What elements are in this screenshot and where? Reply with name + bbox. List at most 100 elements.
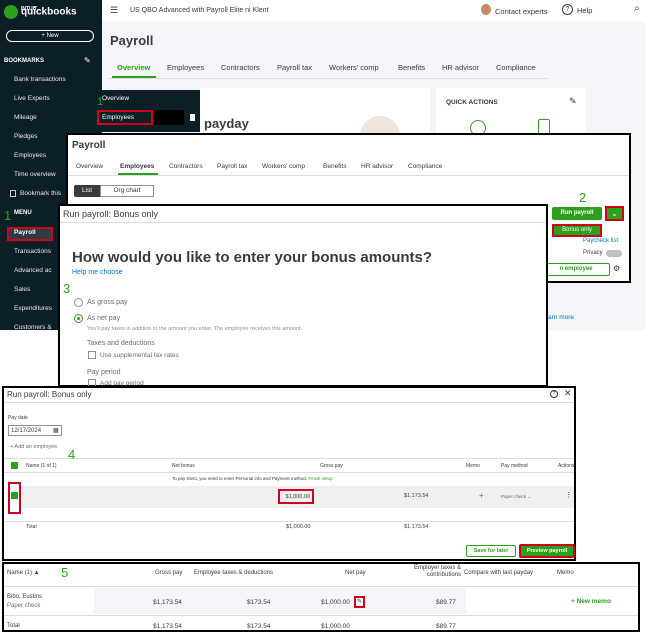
screen4-header: Run payroll: Bonus only xyxy=(7,390,92,399)
sidebar-item-pledges[interactable]: Pledges xyxy=(14,133,38,140)
sidebar-item-advanced[interactable]: Advanced ac xyxy=(14,267,52,274)
finish-setup-link[interactable]: Finish setup xyxy=(308,476,332,481)
sidebar-item-customers[interactable]: Customers & xyxy=(14,324,52,331)
col-memo: Memo xyxy=(557,570,574,576)
privacy-toggle[interactable] xyxy=(606,250,622,257)
s2-tab-workers-comp[interactable]: Workers' comp xyxy=(262,163,305,170)
paycheck-list-link[interactable]: Paycheck list xyxy=(583,238,618,244)
learn-more-link[interactable]: arn more xyxy=(548,314,574,321)
col-pay-method: Pay method xyxy=(501,463,528,469)
sidebar-item-employees[interactable]: Employees xyxy=(14,152,46,159)
submenu-hover-bar xyxy=(154,110,184,125)
quick-actions-title: QUICK ACTIONS xyxy=(446,99,498,106)
row-actions-icon[interactable]: ⋮ xyxy=(565,491,572,499)
employee-pay-method: Paper check xyxy=(7,603,41,609)
sidebar-item-transactions[interactable]: Transactions xyxy=(14,248,51,255)
org-chart-toggle[interactable]: Org chart xyxy=(100,185,154,197)
s4-help-icon[interactable]: ? xyxy=(550,390,558,398)
sidebar-item-expenditures[interactable]: Expenditures xyxy=(14,305,52,312)
sidebar-item-bank-transactions[interactable]: Bank transactions xyxy=(14,76,66,83)
submenu-item-overview[interactable]: Overview xyxy=(102,95,129,102)
sidebar-item-payroll[interactable]: Payroll xyxy=(14,229,36,236)
tab-contractors[interactable]: Contractors xyxy=(221,63,260,72)
run-payroll-button[interactable]: Run payroll xyxy=(552,207,602,220)
s4-total-net: $1,000.00 xyxy=(286,524,311,530)
s2-tab-overview[interactable]: Overview xyxy=(76,163,103,170)
edit-quick-actions-icon[interactable]: ✎ xyxy=(569,96,577,107)
quickbooks-logo[interactable]: quickbooks INTUIT xyxy=(4,5,77,19)
bookmark-flag-icon[interactable] xyxy=(190,114,195,121)
sidebar-item-live-experts[interactable]: Live Experts xyxy=(14,95,50,102)
row-employee-taxes: $173.54 xyxy=(247,599,271,606)
tab-workers-comp[interactable]: Workers' comp xyxy=(329,63,379,72)
col-gross-pay: Gross pay xyxy=(320,463,343,469)
tab-employees[interactable]: Employees xyxy=(167,63,204,72)
s4-close-icon[interactable]: ✕ xyxy=(564,388,572,399)
supplemental-tax-checkbox[interactable] xyxy=(88,351,96,359)
help-me-choose-link[interactable]: Help me choose xyxy=(72,269,123,276)
expert-avatar xyxy=(481,4,491,15)
submenu-item-employees[interactable]: Employees xyxy=(102,114,134,121)
screen2-title: Payroll xyxy=(72,140,106,151)
tab-payroll-tax[interactable]: Payroll tax xyxy=(277,63,312,72)
contact-experts-link[interactable]: Contact experts xyxy=(495,7,548,16)
col-employee-taxes: Employee taxes & deductions xyxy=(194,570,274,576)
tab-overview[interactable]: Overview xyxy=(117,63,150,72)
s5-total-label: Total xyxy=(7,623,20,629)
bookmarks-header: BOOKMARKS xyxy=(4,58,44,64)
bonus-only-option[interactable]: Bonus only xyxy=(552,224,602,237)
s2-tab-hr-advisor[interactable]: HR advisor xyxy=(361,163,393,170)
step-number-2: 2 xyxy=(579,190,587,205)
step-number-3: 3 xyxy=(63,281,71,296)
preview-payroll-button[interactable]: Preview payroll xyxy=(519,544,575,558)
s2-tab-benefits[interactable]: Benefits xyxy=(323,163,347,170)
save-for-later-button[interactable]: Save for later xyxy=(466,545,516,557)
sidebar-item-time-overview[interactable]: Time overview xyxy=(14,171,56,178)
employee-name[interactable]: Bibo, Eustins xyxy=(7,594,42,600)
s2-tab-contractors[interactable]: Contractors xyxy=(169,163,203,170)
row-employer-taxes: $89.77 xyxy=(436,599,456,606)
hamburger-menu-icon[interactable]: ☰ xyxy=(110,5,118,16)
tab-benefits[interactable]: Benefits xyxy=(398,63,425,72)
run-payroll-dropdown-chevron[interactable]: ⌄ xyxy=(605,206,624,221)
col-name[interactable]: Name (1 of 1) xyxy=(26,463,57,469)
payday-heading: payday xyxy=(204,116,249,131)
help-icon[interactable]: ? xyxy=(562,4,573,15)
s2-tab-employees[interactable]: Employees xyxy=(120,163,154,170)
add-employee-link[interactable]: + Add an employee xyxy=(10,444,57,450)
settings-gear-icon[interactable]: ⚙ xyxy=(613,264,620,273)
add-memo-icon[interactable]: + xyxy=(479,491,484,500)
list-view-toggle[interactable]: List xyxy=(74,185,100,197)
pay-method-select[interactable]: Paper check ⌄ xyxy=(501,494,531,500)
bonus-entry-screen: Run payroll: Bonus only How would you li… xyxy=(58,204,548,387)
row-checkbox[interactable] xyxy=(11,492,18,499)
col-name-sort[interactable]: Name (1) ▲ xyxy=(7,570,40,576)
tab-divider xyxy=(108,78,548,79)
s2-tab-compliance[interactable]: Compliance xyxy=(408,163,442,170)
calendar-icon[interactable]: ▦ xyxy=(53,427,59,434)
s4-table-top xyxy=(4,458,574,459)
tab-compliance[interactable]: Compliance xyxy=(496,63,536,72)
sidebar-item-sales[interactable]: Sales xyxy=(14,286,30,293)
new-button[interactable]: + New xyxy=(6,30,94,42)
s2-tab-payroll-tax[interactable]: Payroll tax xyxy=(217,163,247,170)
sidebar-item-mileage[interactable]: Mileage xyxy=(14,114,37,121)
col-net-pay: Net pay xyxy=(345,570,366,576)
edit-paycheck-icon[interactable]: ✎ xyxy=(354,596,365,608)
new-memo-button[interactable]: + New memo xyxy=(571,598,611,605)
run-payroll-bonus-table: Run payroll: Bonus only ? ✕ Pay date 12/… xyxy=(2,386,576,561)
col-compare: Compare with last payday xyxy=(464,570,534,576)
net-bonus-input[interactable]: $1,000.00 xyxy=(278,489,314,504)
gross-pay-radio[interactable] xyxy=(74,298,83,307)
net-pay-radio[interactable] xyxy=(74,314,83,323)
tab-hr-advisor[interactable]: HR advisor xyxy=(442,63,479,72)
add-employee-button[interactable]: n employee xyxy=(542,263,610,276)
col-gross-pay: Gross pay xyxy=(155,570,183,576)
help-link[interactable]: Help xyxy=(577,6,592,15)
select-all-checkbox[interactable] xyxy=(11,462,18,469)
row-gross-pay: $1,173.54 xyxy=(404,493,429,499)
sidebar-item-bookmark-this[interactable]: Bookmark this xyxy=(20,190,61,197)
search-icon[interactable]: ⌕ xyxy=(634,3,640,14)
menu-header: MENU xyxy=(14,210,32,216)
edit-bookmarks-icon[interactable]: ✎ xyxy=(84,56,91,65)
